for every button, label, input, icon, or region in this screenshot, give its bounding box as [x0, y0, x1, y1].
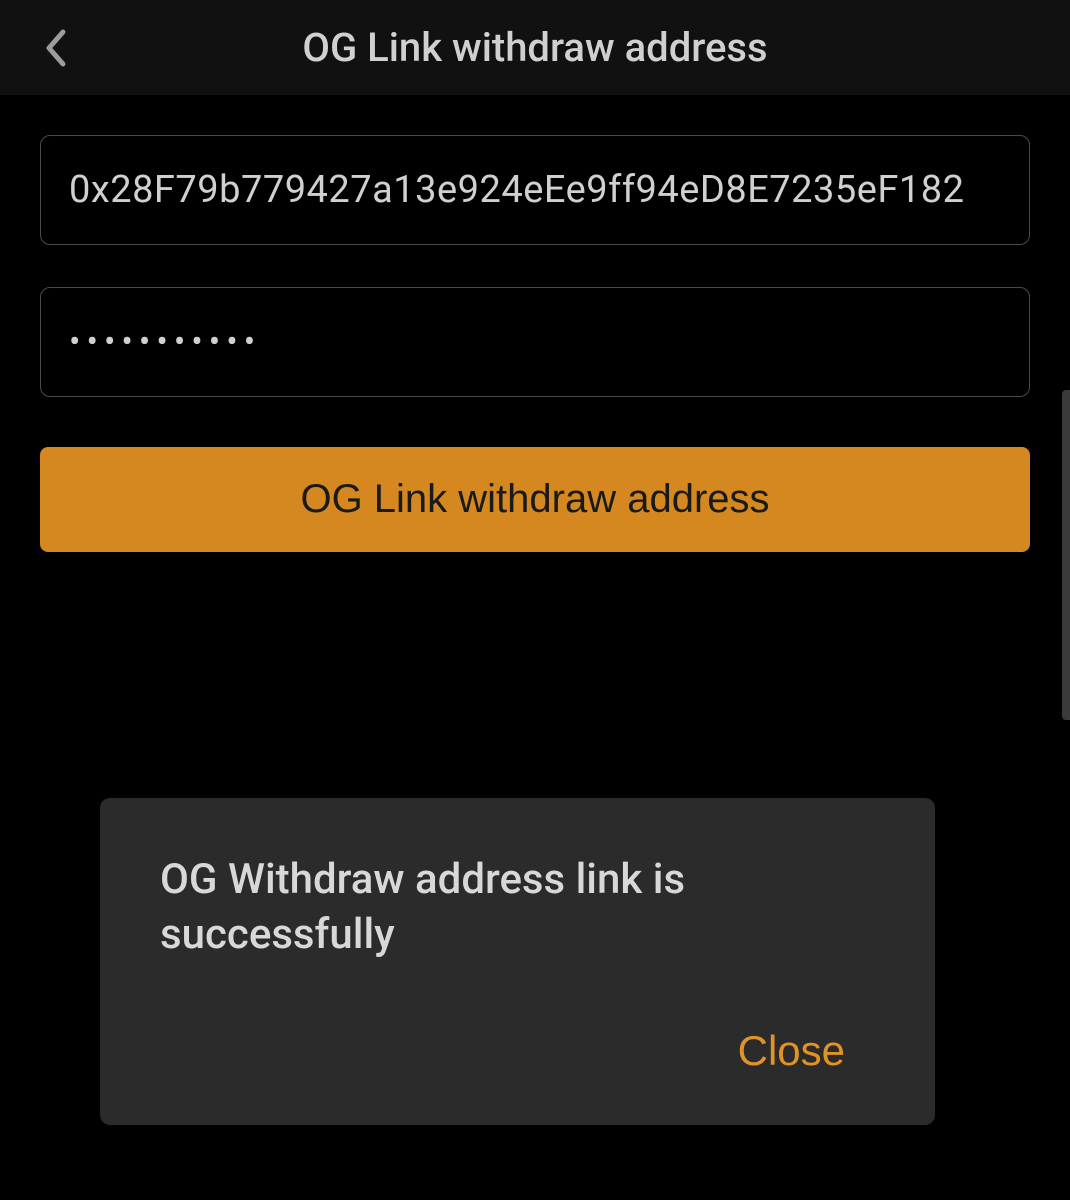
page-title: OG Link withdraw address — [0, 24, 1070, 71]
success-dialog: OG Withdraw address link is successfully… — [100, 798, 935, 1125]
dialog-actions: Close — [160, 1017, 875, 1085]
link-withdraw-button[interactable]: OG Link withdraw address — [40, 447, 1030, 552]
header: OG Link withdraw address — [0, 0, 1070, 95]
password-input[interactable] — [40, 287, 1030, 397]
dialog-close-button[interactable]: Close — [708, 1017, 875, 1085]
back-button[interactable] — [30, 23, 80, 73]
dialog-message: OG Withdraw address link is successfully — [160, 853, 875, 962]
chevron-left-icon — [44, 29, 66, 67]
scroll-indicator[interactable] — [1062, 390, 1070, 720]
withdraw-form: OG Link withdraw address — [0, 95, 1070, 552]
withdraw-address-input[interactable] — [40, 135, 1030, 245]
